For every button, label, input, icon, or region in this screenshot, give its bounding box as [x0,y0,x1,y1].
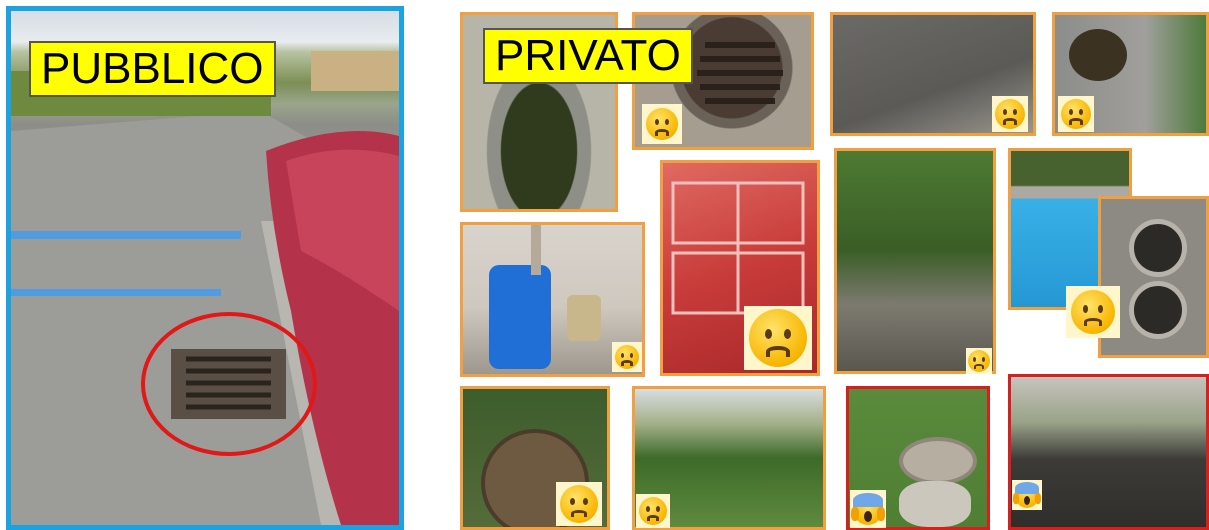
public-street-photo: PUBBLICO [6,6,404,530]
worried-face-icon [1066,286,1120,338]
worried-face-icon [744,306,812,370]
worried-face-icon [636,494,670,528]
worried-face-icon [966,348,992,374]
worried-face-icon [1058,96,1094,132]
worried-face-icon [612,342,642,372]
private-label: PRIVATO [483,28,693,84]
worried-face-icon [992,96,1028,132]
screaming-face-icon [850,490,886,528]
photo-garden-pots [834,148,996,374]
public-label: PUBBLICO [29,41,276,97]
worried-face-icon [642,104,682,144]
screaming-face-icon [1012,480,1042,510]
worried-face-icon [556,482,602,526]
